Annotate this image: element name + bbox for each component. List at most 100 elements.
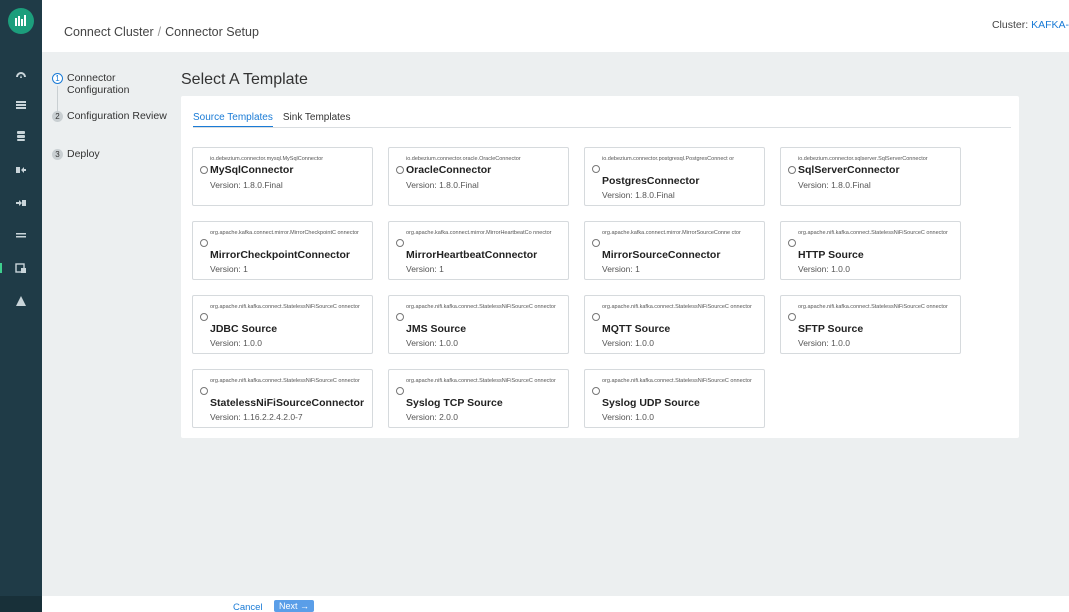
template-name: StatelessNiFiSourceConnector <box>210 397 365 409</box>
wizard-steps: 1 Connector Configuration 2 Configuratio… <box>52 72 172 186</box>
step-number: 3 <box>52 149 63 160</box>
tab-sink-templates[interactable]: Sink Templates <box>283 112 351 128</box>
template-version: Version: 1.0.0 <box>602 412 654 422</box>
template-class-name: io.debezium.connector.postgresql.Postgre… <box>602 156 735 162</box>
template-version: Version: 1.0.0 <box>798 338 850 348</box>
template-name: JMS Source <box>406 323 467 335</box>
list-icon[interactable] <box>0 92 42 118</box>
rail-footer <box>0 596 42 612</box>
template-card[interactable]: org.apache.nifi.kafka.connect.StatelessN… <box>388 369 569 428</box>
template-radio[interactable] <box>396 313 404 321</box>
template-class-name: org.apache.nifi.kafka.connect.StatelessN… <box>798 230 948 236</box>
template-name: MirrorCheckpointConnector <box>210 249 351 261</box>
template-class-name: org.apache.nifi.kafka.connect.StatelessN… <box>798 304 948 310</box>
template-radio[interactable] <box>200 313 208 321</box>
template-radio[interactable] <box>396 239 404 247</box>
app-logo-icon[interactable] <box>8 8 34 34</box>
template-radio[interactable] <box>788 313 796 321</box>
step-deploy[interactable]: 3 Deploy <box>52 148 172 186</box>
export-icon[interactable] <box>0 157 42 183</box>
wizard-footer: Cancel Next → <box>42 596 1069 612</box>
breadcrumb-separator: / <box>157 25 162 39</box>
template-version: Version: 2.0.0 <box>406 412 458 422</box>
template-version: Version: 1.0.0 <box>406 338 458 348</box>
template-name: SqlServerConnector <box>798 164 900 176</box>
template-name: Syslog TCP Source <box>406 397 503 409</box>
template-version: Version: 1 <box>602 264 640 274</box>
template-card[interactable]: org.apache.kafka.connect.mirror.MirrorSo… <box>584 221 765 280</box>
template-class-name: io.debezium.connector.sqlserver.SqlServe… <box>798 156 928 162</box>
template-radio[interactable] <box>200 166 208 174</box>
next-button[interactable]: Next → <box>274 600 315 612</box>
step-number: 2 <box>52 111 63 122</box>
template-name: HTTP Source <box>798 249 864 261</box>
database-icon[interactable] <box>0 123 42 149</box>
template-version: Version: 1.16.2.2.4.2.0-7 <box>210 412 303 422</box>
template-class-name: org.apache.nifi.kafka.connect.StatelessN… <box>406 304 556 310</box>
template-card[interactable]: org.apache.nifi.kafka.connect.StatelessN… <box>780 221 961 280</box>
template-name: Syslog UDP Source <box>602 397 700 409</box>
connect-icon[interactable] <box>0 255 42 281</box>
alert-icon[interactable] <box>0 288 42 314</box>
cluster-indicator: Cluster: KAFKA- <box>992 19 1069 31</box>
template-class-name: io.debezium.connector.oracle.OracleConne… <box>406 156 521 162</box>
step-configuration-review[interactable]: 2 Configuration Review <box>52 110 172 148</box>
template-class-name: org.apache.nifi.kafka.connect.StatelessN… <box>406 378 556 384</box>
template-card[interactable]: org.apache.nifi.kafka.connect.StatelessN… <box>584 295 765 354</box>
template-class-name: org.apache.nifi.kafka.connect.StatelessN… <box>602 378 752 384</box>
template-radio[interactable] <box>788 166 796 174</box>
template-card[interactable]: org.apache.kafka.connect.mirror.MirrorCh… <box>192 221 373 280</box>
breadcrumb: Connect Cluster / Connector Setup <box>64 25 259 39</box>
template-version: Version: 1 <box>210 264 248 274</box>
tab-source-templates[interactable]: Source Templates <box>193 112 273 128</box>
template-name: PostgresConnector <box>602 175 700 187</box>
template-version: Version: 1.0.0 <box>210 338 262 348</box>
template-panel: Source Templates Sink Templates io.debez… <box>181 96 1019 438</box>
template-version: Version: 1.0.0 <box>602 338 654 348</box>
step-label: Configuration Review <box>67 110 167 122</box>
template-class-name: org.apache.nifi.kafka.connect.StatelessN… <box>602 304 752 310</box>
breadcrumb-current: Connector Setup <box>165 25 259 39</box>
template-card[interactable]: org.apache.kafka.connect.mirror.MirrorHe… <box>388 221 569 280</box>
template-radio[interactable] <box>592 313 600 321</box>
template-card[interactable]: org.apache.nifi.kafka.connect.StatelessN… <box>584 369 765 428</box>
template-name: MirrorSourceConnector <box>602 249 721 261</box>
template-radio[interactable] <box>200 387 208 395</box>
template-name: MySqlConnector <box>210 164 294 176</box>
transfer-icon[interactable] <box>0 222 42 248</box>
template-radio[interactable] <box>592 165 600 173</box>
template-card[interactable]: org.apache.nifi.kafka.connect.StatelessN… <box>780 295 961 354</box>
template-radio[interactable] <box>592 387 600 395</box>
template-version: Version: 1 <box>406 264 444 274</box>
template-card[interactable]: io.debezium.connector.postgresql.Postgre… <box>584 147 765 206</box>
dashboard-icon[interactable] <box>0 63 42 89</box>
import-icon[interactable] <box>0 190 42 216</box>
template-version: Version: 1.0.0 <box>798 264 850 274</box>
step-label: Connector Configuration <box>67 72 130 96</box>
template-card[interactable]: org.apache.nifi.kafka.connect.StatelessN… <box>388 295 569 354</box>
template-radio[interactable] <box>396 166 404 174</box>
template-radio[interactable] <box>200 239 208 247</box>
template-name: MQTT Source <box>602 323 671 335</box>
template-name: JDBC Source <box>210 323 278 335</box>
template-class-name: org.apache.kafka.connect.mirror.MirrorSo… <box>602 230 741 236</box>
breadcrumb-root[interactable]: Connect Cluster <box>64 25 154 39</box>
template-card[interactable]: io.debezium.connector.mysql.MySqlConnect… <box>192 147 373 206</box>
template-name: OracleConnector <box>406 164 492 176</box>
template-card[interactable]: io.debezium.connector.sqlserver.SqlServe… <box>780 147 961 206</box>
template-radio[interactable] <box>592 239 600 247</box>
cancel-button[interactable]: Cancel <box>233 602 263 612</box>
template-card[interactable]: org.apache.nifi.kafka.connect.StatelessN… <box>192 369 373 428</box>
top-header: Connect Cluster / Connector Setup Cluster:… <box>42 0 1069 52</box>
template-radio[interactable] <box>788 239 796 247</box>
template-card[interactable]: org.apache.nifi.kafka.connect.StatelessN… <box>192 295 373 354</box>
step-number: 1 <box>52 73 63 84</box>
template-card[interactable]: io.debezium.connector.oracle.OracleConne… <box>388 147 569 206</box>
cluster-link[interactable]: KAFKA- <box>1031 19 1069 31</box>
tabs-divider <box>193 127 1011 128</box>
template-radio[interactable] <box>396 387 404 395</box>
template-version: Version: 1.8.0.Final <box>406 180 479 190</box>
step-connector-configuration[interactable]: 1 Connector Configuration <box>52 72 172 110</box>
template-name: MirrorHeartbeatConnector <box>406 249 538 261</box>
template-tabs: Source Templates Sink Templates <box>193 112 351 128</box>
